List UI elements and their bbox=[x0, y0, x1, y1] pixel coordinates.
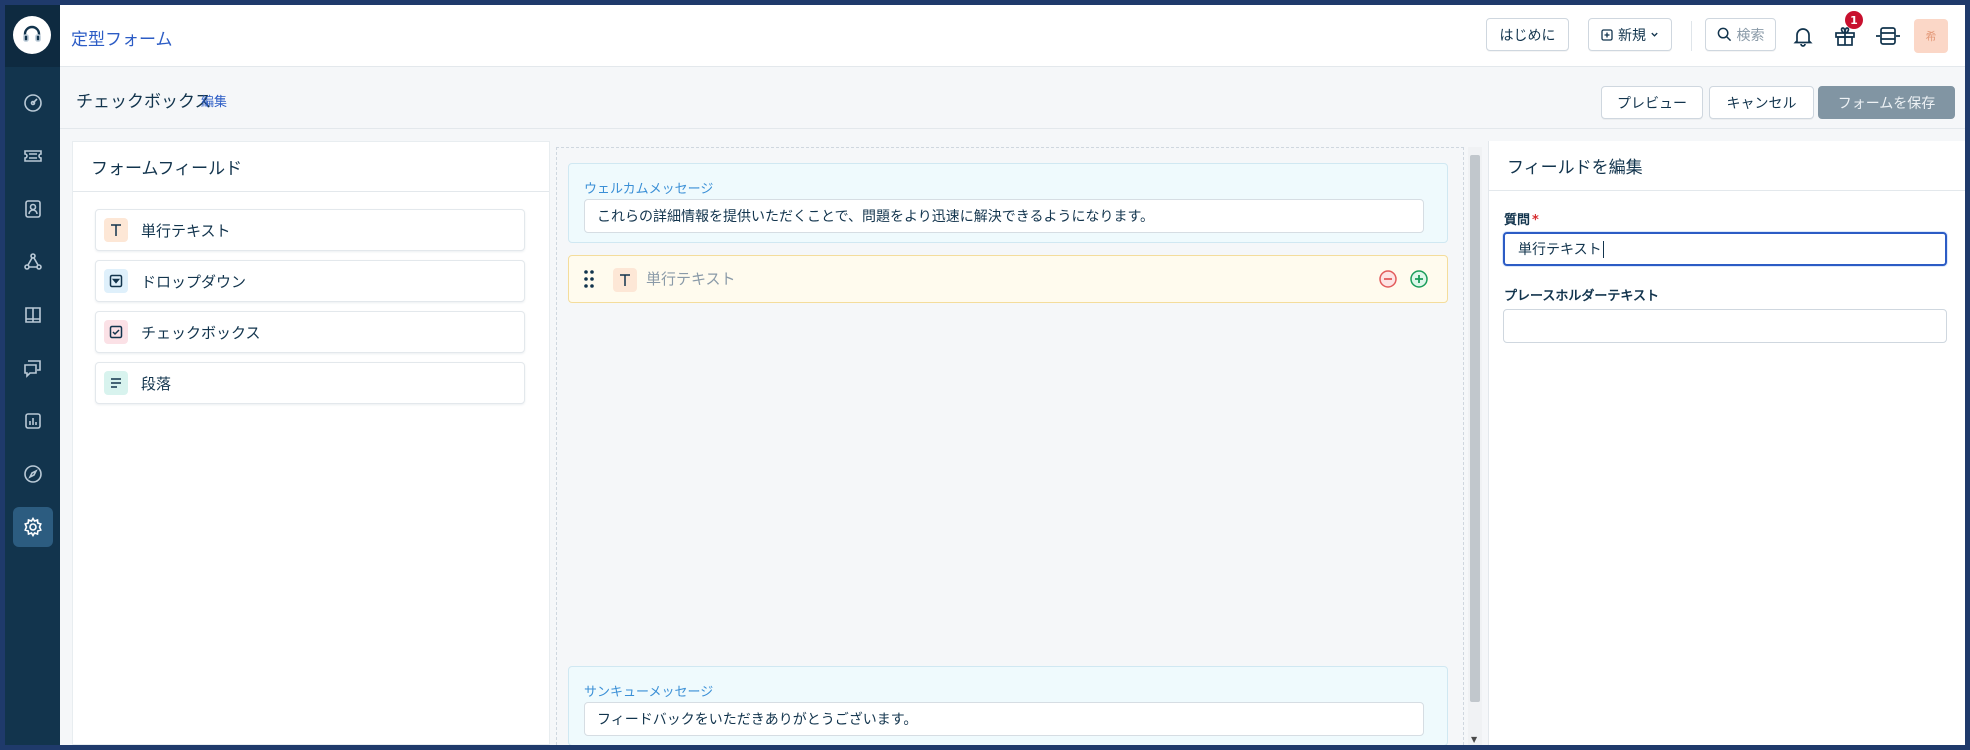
preview-button[interactable]: プレビュー bbox=[1601, 86, 1703, 119]
chevron-down-icon bbox=[1651, 32, 1658, 37]
canvas-scrollbar[interactable]: ▼ bbox=[1468, 147, 1482, 745]
text-icon bbox=[613, 268, 637, 292]
paragraph-icon bbox=[104, 371, 128, 395]
forums-icon bbox=[24, 360, 41, 378]
edit-title-link[interactable]: 編集 bbox=[201, 91, 227, 110]
thank-you-message-input[interactable]: フィードバックをいただきありがとうございます。 bbox=[584, 702, 1424, 736]
thank-you-message-label: サンキューメッセージ bbox=[584, 685, 714, 700]
dropdown-icon bbox=[104, 269, 128, 293]
placeholder-input[interactable] bbox=[1503, 309, 1947, 343]
new-button-label: 新規 bbox=[1618, 27, 1646, 44]
switcher-icon bbox=[1876, 27, 1900, 45]
drag-handle-icon[interactable] bbox=[583, 268, 595, 290]
welcome-message-input[interactable]: これらの詳細情報を提供いただくことで、問題をより迅速に解決できるようになります。 bbox=[584, 199, 1424, 233]
save-form-button[interactable]: フォームを保存 bbox=[1818, 86, 1955, 119]
page-title: チェックボックス bbox=[76, 92, 212, 112]
workflow-icon bbox=[24, 253, 42, 270]
app-window: 定型フォーム はじめに 新規 検索 1 希 チェックボックス 編集 プレビュー … bbox=[5, 5, 1965, 745]
nav-knowledge-base[interactable] bbox=[13, 295, 53, 335]
search-placeholder: 検索 bbox=[1736, 27, 1765, 44]
field-type-single-line-text[interactable]: 単行テキスト bbox=[95, 209, 525, 251]
welcome-message-label: ウェルカムメッセージ bbox=[584, 182, 714, 197]
field-type-label: 段落 bbox=[141, 374, 172, 393]
edit-field-panel: フィールドを編集 質問 * 単行テキスト プレースホルダーテキスト bbox=[1488, 141, 1965, 745]
nav-tickets[interactable] bbox=[13, 136, 53, 176]
edit-field-heading: フィールドを編集 bbox=[1489, 141, 1965, 191]
nav-forums[interactable] bbox=[13, 348, 53, 388]
remove-field-icon[interactable] bbox=[1378, 269, 1398, 289]
getting-started-button[interactable]: はじめに bbox=[1486, 18, 1569, 51]
form-fields-panel: フォームフィールド 単行テキスト ドロップダウン チェックボックス 段落 bbox=[72, 141, 550, 745]
question-input[interactable]: 単行テキスト bbox=[1503, 232, 1947, 266]
question-label: 質問 * bbox=[1504, 209, 1539, 228]
placeholder-label: プレースホルダーテキスト bbox=[1504, 289, 1659, 304]
tickets-icon bbox=[24, 150, 42, 162]
nav-reports[interactable] bbox=[13, 401, 53, 441]
reports-icon bbox=[25, 413, 41, 429]
welcome-message-box[interactable]: ウェルカムメッセージ これらの詳細情報を提供いただくことで、問題をより迅速に解決… bbox=[568, 163, 1448, 243]
app-logo[interactable] bbox=[13, 16, 51, 54]
nav-contacts[interactable] bbox=[13, 189, 53, 229]
text-icon bbox=[104, 218, 128, 242]
field-type-label: チェックボックス bbox=[141, 323, 261, 342]
header-title: 定型フォーム bbox=[71, 30, 173, 50]
form-field-label: 単行テキスト bbox=[646, 270, 736, 288]
form-fields-heading: フォームフィールド bbox=[73, 142, 549, 192]
nav-dashboard[interactable] bbox=[13, 83, 53, 123]
question-input-value: 単行テキスト bbox=[1518, 242, 1602, 258]
field-type-dropdown[interactable]: ドロップダウン bbox=[95, 260, 525, 302]
search-button[interactable]: 検索 bbox=[1705, 18, 1776, 51]
thank-you-message-box[interactable]: サンキューメッセージ フィードバックをいただきありがとうございます。 bbox=[568, 666, 1448, 745]
plus-square-icon bbox=[1601, 28, 1613, 41]
add-field-icon[interactable] bbox=[1409, 269, 1429, 289]
field-type-paragraph[interactable]: 段落 bbox=[95, 362, 525, 404]
checkbox-icon bbox=[104, 320, 128, 344]
cancel-button[interactable]: キャンセル bbox=[1709, 86, 1814, 119]
field-type-label: ドロップダウン bbox=[141, 272, 247, 291]
field-type-label: 単行テキスト bbox=[141, 221, 231, 240]
apps-switcher-button[interactable] bbox=[1873, 21, 1903, 51]
question-label-text: 質問 bbox=[1504, 213, 1531, 228]
required-mark: * bbox=[1532, 213, 1539, 228]
dashboard-icon bbox=[24, 94, 42, 112]
search-icon bbox=[1717, 27, 1731, 42]
form-field-row[interactable]: 単行テキスト bbox=[568, 255, 1448, 303]
nav-workflow[interactable] bbox=[13, 242, 53, 282]
avatar[interactable]: 希 bbox=[1914, 19, 1948, 53]
scroll-down-arrow[interactable]: ▼ bbox=[1471, 735, 1477, 744]
header-separator bbox=[1691, 21, 1692, 51]
nav-discover[interactable] bbox=[13, 454, 53, 494]
text-caret bbox=[1602, 240, 1604, 258]
headset-icon bbox=[23, 25, 41, 42]
notification-badge: 1 bbox=[1845, 11, 1863, 29]
left-nav-rail bbox=[5, 5, 60, 745]
nav-settings[interactable] bbox=[13, 507, 53, 547]
new-button[interactable]: 新規 bbox=[1588, 18, 1672, 51]
settings-icon bbox=[24, 517, 42, 537]
top-header: 定型フォーム bbox=[60, 5, 1965, 67]
contacts-icon bbox=[25, 200, 41, 218]
notifications-button[interactable] bbox=[1788, 21, 1818, 51]
bell-icon bbox=[1793, 28, 1813, 47]
field-type-checkbox[interactable]: チェックボックス bbox=[95, 311, 525, 353]
knowledge-base-icon bbox=[25, 307, 41, 323]
scrollbar-thumb[interactable] bbox=[1470, 155, 1480, 702]
discover-icon bbox=[24, 465, 42, 483]
form-canvas: ウェルカムメッセージ これらの詳細情報を提供いただくことで、問題をより迅速に解決… bbox=[556, 147, 1464, 745]
